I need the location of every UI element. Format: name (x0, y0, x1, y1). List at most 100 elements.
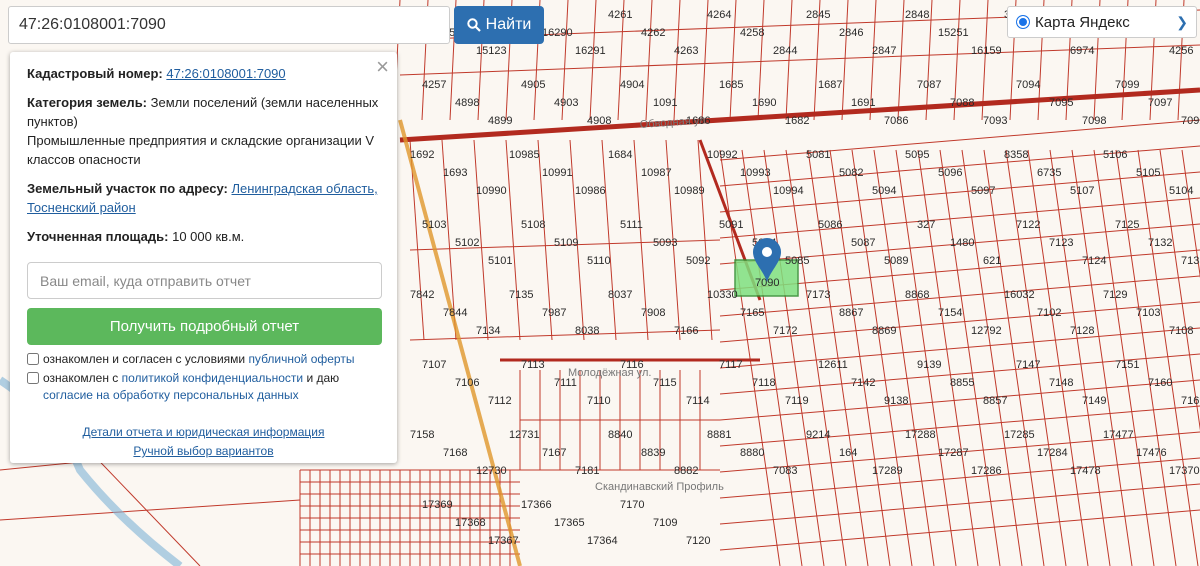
privacy-checkbox[interactable] (27, 372, 39, 384)
address-label: Земельный участок по адресу: (27, 181, 228, 196)
lot-number-label: 7148 (1049, 377, 1073, 389)
lot-number-label: 5109 (554, 237, 578, 249)
lot-number-label: 10993 (740, 167, 771, 179)
poi-label: Скандинавский Профиль (595, 481, 724, 493)
lot-number-label: 8868 (905, 289, 929, 301)
manual-selection-link[interactable]: Ручной выбор вариантов (27, 442, 380, 461)
lot-number-label: 5094 (872, 185, 896, 197)
lot-number-label: 7165 (740, 307, 764, 319)
lot-number-label: 8867 (839, 307, 863, 319)
lot-number-label: 1693 (443, 167, 467, 179)
map-layer-select[interactable]: Карта Яндекс ❯ (1007, 6, 1197, 38)
lot-number-label: 5103 (422, 219, 446, 231)
lot-number-label: 1480 (950, 237, 974, 249)
lot-number-label: 16291 (575, 45, 606, 57)
lot-number-label: 5096 (938, 167, 962, 179)
lot-number-label: 12792 (971, 325, 1002, 337)
lot-number-label: 8880 (740, 447, 764, 459)
lot-number-label: 7842 (410, 289, 434, 301)
lot-number-label: 9139 (917, 359, 941, 371)
search-button[interactable]: Найти (454, 6, 544, 44)
cadastral-number-row: Кадастровый номер: 47:26:0108001:7090 (27, 64, 380, 83)
lot-number-label: 17370 (1169, 465, 1200, 477)
lot-number-label: 5106 (1103, 149, 1127, 161)
privacy-text: ознакомлен с (43, 371, 122, 385)
lot-number-label: 4263 (674, 45, 698, 57)
lot-number-label: 1684 (608, 149, 632, 161)
lot-number-label: 7118 (752, 377, 776, 389)
lot-number-label: 10989 (674, 185, 705, 197)
lot-number-label: 17477 (1103, 429, 1134, 441)
search-button-label: Найти (485, 16, 532, 33)
lot-number-label: 2846 (839, 27, 863, 39)
lot-number-label: 7169 (1181, 395, 1200, 407)
lot-number-label: 7092 (1181, 115, 1200, 127)
address-row: Земельный участок по адресу: Ленинградск… (27, 179, 380, 217)
lot-number-label: 7124 (1082, 255, 1106, 267)
lot-number-label: 7099 (1115, 79, 1139, 91)
lot-number-label: 7172 (773, 325, 797, 337)
email-field[interactable] (27, 262, 382, 299)
get-report-button[interactable]: Получить подробный отчет (27, 308, 382, 345)
lot-number-label: 2844 (773, 45, 797, 57)
lot-number-label: 17286 (971, 465, 1002, 477)
close-icon[interactable]: × (376, 54, 389, 80)
radio-selected-icon (1016, 15, 1030, 29)
personal-data-consent-link[interactable]: согласие на обработку персональных данны… (43, 388, 299, 402)
lot-number-label: 6735 (1037, 167, 1061, 179)
privacy-policy-link[interactable]: политикой конфиденциальности (122, 371, 303, 385)
lot-number-label: 8869 (872, 325, 896, 337)
lot-number-label: 7149 (1082, 395, 1106, 407)
lot-number-label: 17364 (587, 535, 618, 547)
lot-number-label: 17287 (938, 447, 969, 459)
lot-number-label: 7098 (1082, 115, 1106, 127)
lot-number-label: 5111 (620, 219, 643, 231)
lot-number-label: 327 (917, 219, 935, 231)
lot-number-label: 12730 (476, 465, 507, 477)
lot-number-label: 17289 (872, 465, 903, 477)
lot-number-label: 5110 (587, 255, 611, 267)
lot-number-label: 10330 (707, 289, 738, 301)
lot-number-label: 7119 (785, 395, 809, 407)
lot-number-label: 16032 (1004, 289, 1035, 301)
cadastral-search-input[interactable] (8, 6, 450, 44)
map-layer-selected-label: Карта Яндекс (1035, 13, 1130, 31)
lot-number-label: 7987 (542, 307, 566, 319)
lot-number-label: 15123 (476, 45, 507, 57)
lot-number-label: 10986 (575, 185, 606, 197)
cadastral-number-link[interactable]: 47:26:0108001:7090 (166, 66, 285, 81)
lot-number-label: 4903 (554, 97, 578, 109)
lot-number-label: 8037 (608, 289, 632, 301)
lot-number-label: 5105 (1136, 167, 1160, 179)
lot-number-label: 8882 (674, 465, 698, 477)
lot-number-label: 10994 (773, 185, 804, 197)
lot-number-label: 7135 (509, 289, 533, 301)
lot-number-label: 17285 (1004, 429, 1035, 441)
lot-number-label: 17478 (1070, 465, 1101, 477)
offer-checkbox[interactable] (27, 353, 39, 365)
land-category-label: Категория земель: (27, 95, 148, 110)
street-label: Молодёжная ул. (568, 367, 651, 379)
lot-number-label: 5092 (686, 255, 710, 267)
public-offer-link[interactable]: публичной оферты (248, 352, 354, 366)
lot-number-label: 15251 (938, 27, 969, 39)
lot-number-label: 9214 (806, 429, 830, 441)
lot-number-label: 7128 (1070, 325, 1094, 337)
report-details-link[interactable]: Детали отчета и юридическая информация (27, 423, 380, 442)
lot-number-label: 6974 (1070, 45, 1094, 57)
lot-number-label: 7114 (686, 395, 710, 407)
lot-number-label: 7083 (773, 465, 797, 477)
lot-number-label: 7117 (719, 359, 743, 371)
lot-number-label: 8358 (1004, 149, 1028, 161)
lot-number-label: 7173 (806, 289, 830, 301)
lot-number-label: 4905 (521, 79, 545, 91)
lot-number-label: 164 (839, 447, 857, 459)
lot-number-label: 5091 (719, 219, 743, 231)
lot-number-label: 7166 (674, 325, 698, 337)
lot-number-label: 4899 (488, 115, 512, 127)
area-label: Уточненная площадь: (27, 229, 169, 244)
lot-number-label: 1691 (851, 97, 875, 109)
lot-number-label: 4256 (1169, 45, 1193, 57)
lot-number-label: 7108 (1169, 325, 1193, 337)
lot-number-label: 7102 (1037, 307, 1061, 319)
